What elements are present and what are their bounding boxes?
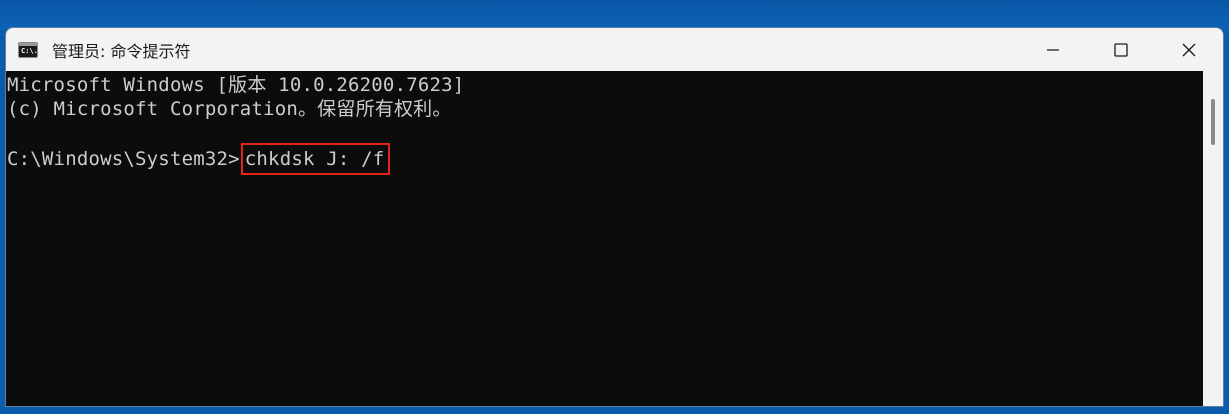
scrollbar-thumb[interactable] <box>1211 99 1215 145</box>
maximize-icon <box>1114 42 1128 57</box>
close-button[interactable] <box>1155 28 1223 71</box>
minimize-button[interactable] <box>1019 28 1087 71</box>
cmd-icon: C:\. <box>18 41 38 58</box>
highlighted-command: chkdsk J: /f <box>240 143 391 175</box>
console-output[interactable]: Microsoft Windows [版本 10.0.26200.7623] (… <box>6 71 1203 406</box>
command-line: C:\Windows\System32> chkdsk J: /f <box>7 143 391 175</box>
vertical-scrollbar[interactable] <box>1203 71 1223 406</box>
cmd-icon-text: C:\. <box>21 46 38 55</box>
title-bar[interactable]: C:\. 管理员: 命令提示符 <box>6 28 1223 71</box>
minimize-icon <box>1047 48 1059 51</box>
console-line: Microsoft Windows [版本 10.0.26200.7623] <box>7 74 465 96</box>
command-prompt-window: C:\. 管理员: 命令提示符 Microsoft Windows [版本 10… <box>5 27 1224 407</box>
desktop-background <box>0 0 1229 30</box>
maximize-button[interactable] <box>1087 28 1155 71</box>
window-title: 管理员: 命令提示符 <box>52 41 191 61</box>
window-controls <box>1019 28 1223 71</box>
console-line: (c) Microsoft Corporation。保留所有权利。 <box>7 98 452 120</box>
console-prompt: C:\Windows\System32> <box>7 148 240 170</box>
close-icon <box>1182 43 1196 56</box>
